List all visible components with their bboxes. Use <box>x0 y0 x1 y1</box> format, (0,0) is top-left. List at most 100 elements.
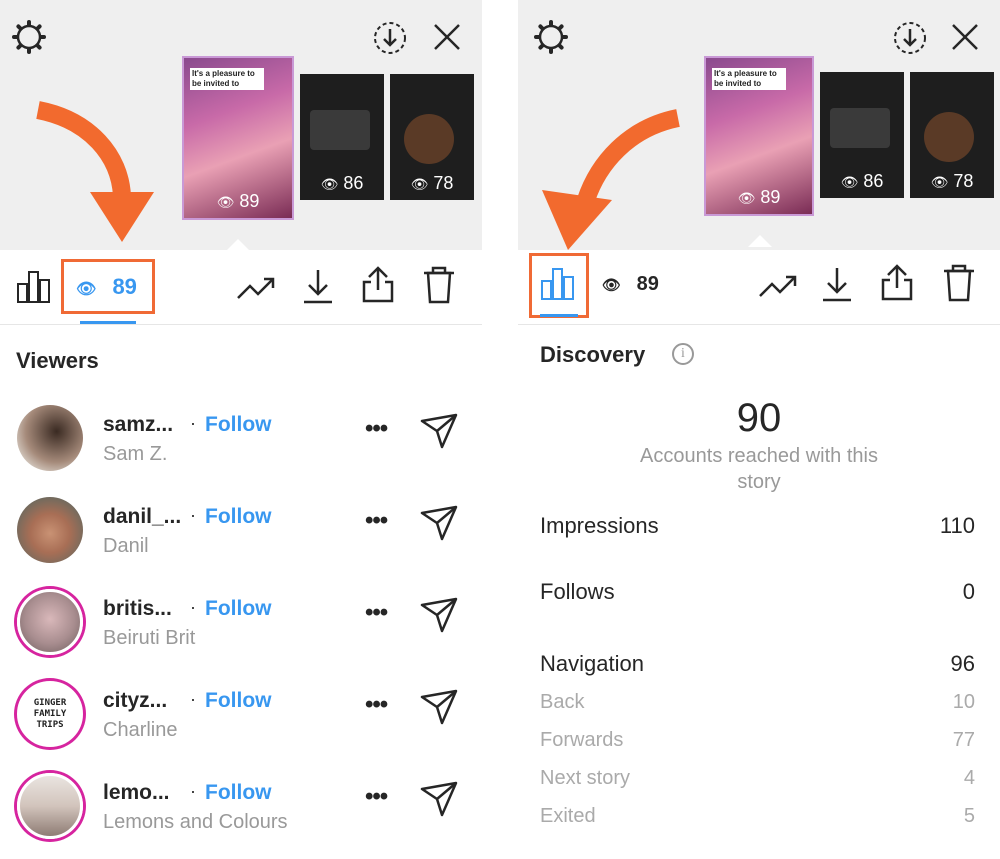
viewer-fullname: Beiruti Brit <box>103 627 196 649</box>
story-thumbnail[interactable]: 👁 86 <box>820 72 904 198</box>
nav-next-story-label: Next story <box>540 767 631 789</box>
story-thumbnail[interactable]: 👁 78 <box>390 74 474 200</box>
download-icon[interactable] <box>821 266 853 302</box>
send-icon[interactable] <box>420 689 458 725</box>
close-icon[interactable] <box>432 22 462 52</box>
story-caption: It's a pleasure to be invited to <box>712 68 786 90</box>
viewer-row[interactable]: lemo... · Follow Lemons and Colours ••• <box>0 773 482 859</box>
follow-button[interactable]: Follow <box>205 413 272 437</box>
viewer-username[interactable]: lemo... <box>103 781 170 805</box>
nav-forwards-label: Forwards <box>540 729 624 751</box>
follow-button[interactable]: Follow <box>205 597 272 621</box>
separator-dot: · <box>190 781 196 801</box>
story-thumbnail[interactable]: 👁 78 <box>910 72 994 198</box>
viewers-tab[interactable]: 👁 89 <box>76 274 137 300</box>
info-icon[interactable]: i <box>672 343 694 365</box>
accounts-reached-value: 90 <box>736 396 782 440</box>
viewer-row[interactable]: GINGER FAMILY TRIPS cityz... · Follow Ch… <box>0 681 482 773</box>
viewer-row[interactable]: samz... · Follow Sam Z. ••• <box>0 405 482 497</box>
nav-back-value: 10 <box>952 691 975 713</box>
trend-icon[interactable] <box>236 274 276 302</box>
active-tab-underline <box>540 314 578 317</box>
more-options-button[interactable]: ••• <box>365 507 388 535</box>
viewers-count: 89 <box>636 273 659 295</box>
eye-icon: 👁 <box>76 281 97 298</box>
story-thumbnail-active[interactable]: It's a pleasure to be invited to 👁 89 <box>182 56 294 220</box>
share-icon[interactable] <box>880 264 914 302</box>
story-thumbnail[interactable]: 👁 86 <box>300 74 384 200</box>
more-options-button[interactable]: ••• <box>365 691 388 719</box>
send-icon[interactable] <box>420 597 458 633</box>
nav-exited-row: Exited 5 <box>540 805 975 828</box>
nav-forwards-value: 77 <box>952 729 975 751</box>
close-icon[interactable] <box>950 22 980 52</box>
share-icon[interactable] <box>361 266 395 304</box>
story-content <box>830 108 890 148</box>
more-options-button[interactable]: ••• <box>365 783 388 811</box>
separator-dot: · <box>190 689 196 709</box>
nav-exited-value: 5 <box>963 805 975 827</box>
download-icon[interactable] <box>302 268 334 304</box>
story-thumbnail-active[interactable]: It's a pleasure to be invited to 👁 89 <box>704 56 814 216</box>
viewers-tab[interactable]: 👁 89 <box>602 273 659 296</box>
viewer-fullname: Danil <box>103 535 149 557</box>
download-circle-icon[interactable] <box>372 20 408 56</box>
nav-next-story-row: Next story 4 <box>540 767 975 790</box>
viewer-fullname: Sam Z. <box>103 443 168 465</box>
navigation-label: Navigation <box>540 651 644 676</box>
panel-divider <box>482 0 518 859</box>
trash-icon[interactable] <box>422 266 456 304</box>
follow-button[interactable]: Follow <box>205 781 272 805</box>
follow-button[interactable]: Follow <box>205 505 272 529</box>
story-view-count: 👁 89 <box>737 187 781 207</box>
navigation-row: Navigation 96 <box>540 651 975 677</box>
discovery-title: Discovery <box>540 342 646 367</box>
story-view-count: 👁 78 <box>410 173 454 193</box>
follows-value: 0 <box>962 579 975 604</box>
avatar[interactable] <box>17 589 83 655</box>
send-icon[interactable] <box>420 505 458 541</box>
viewer-row[interactable]: britis... · Follow Beiruti Brit ••• <box>0 589 482 681</box>
nav-back-label: Back <box>540 691 585 713</box>
separator-dot: · <box>190 597 196 617</box>
send-icon[interactable] <box>420 781 458 817</box>
nav-forwards-row: Forwards 77 <box>540 729 975 752</box>
nav-exited-label: Exited <box>540 805 596 827</box>
follow-button[interactable]: Follow <box>205 689 272 713</box>
trash-icon[interactable] <box>942 264 976 302</box>
story-caption: It's a pleasure to be invited to <box>190 68 264 90</box>
download-circle-icon[interactable] <box>892 20 928 56</box>
story-view-count: 👁 86 <box>840 171 884 191</box>
navigation-value: 96 <box>950 651 975 676</box>
story-view-count: 👁 89 <box>216 191 260 211</box>
avatar[interactable] <box>17 405 83 471</box>
viewer-username[interactable]: britis... <box>103 597 172 621</box>
send-icon[interactable] <box>420 413 458 449</box>
viewers-count: 89 <box>112 274 137 299</box>
trend-icon[interactable] <box>758 272 798 300</box>
story-content <box>404 114 454 164</box>
story-content <box>310 110 370 150</box>
more-options-button[interactable]: ••• <box>365 599 388 627</box>
follows-row: Follows 0 <box>540 579 975 605</box>
insights-icon[interactable] <box>540 265 576 301</box>
viewer-username[interactable]: cityz... <box>103 689 167 713</box>
story-content <box>924 112 974 162</box>
nav-next-story-value: 4 <box>963 767 975 789</box>
avatar[interactable] <box>17 773 83 839</box>
story-view-count: 👁 86 <box>320 173 364 193</box>
accounts-reached-label: Accounts reached with this story <box>640 445 878 493</box>
avatar[interactable]: GINGER FAMILY TRIPS <box>17 681 83 747</box>
avatar[interactable] <box>17 497 83 563</box>
settings-icon[interactable] <box>10 18 48 56</box>
eye-icon: 👁 <box>602 277 622 294</box>
viewer-row[interactable]: danil_... · Follow Danil ••• <box>0 497 482 589</box>
viewer-username[interactable]: danil_... <box>103 505 181 529</box>
viewer-fullname: Charline <box>103 719 178 741</box>
story-view-count: 👁 78 <box>930 171 974 191</box>
settings-icon[interactable] <box>532 18 570 56</box>
more-options-button[interactable]: ••• <box>365 415 388 443</box>
viewer-username[interactable]: samz... <box>103 413 173 437</box>
impressions-value: 110 <box>939 513 975 538</box>
insights-icon[interactable] <box>16 268 52 304</box>
